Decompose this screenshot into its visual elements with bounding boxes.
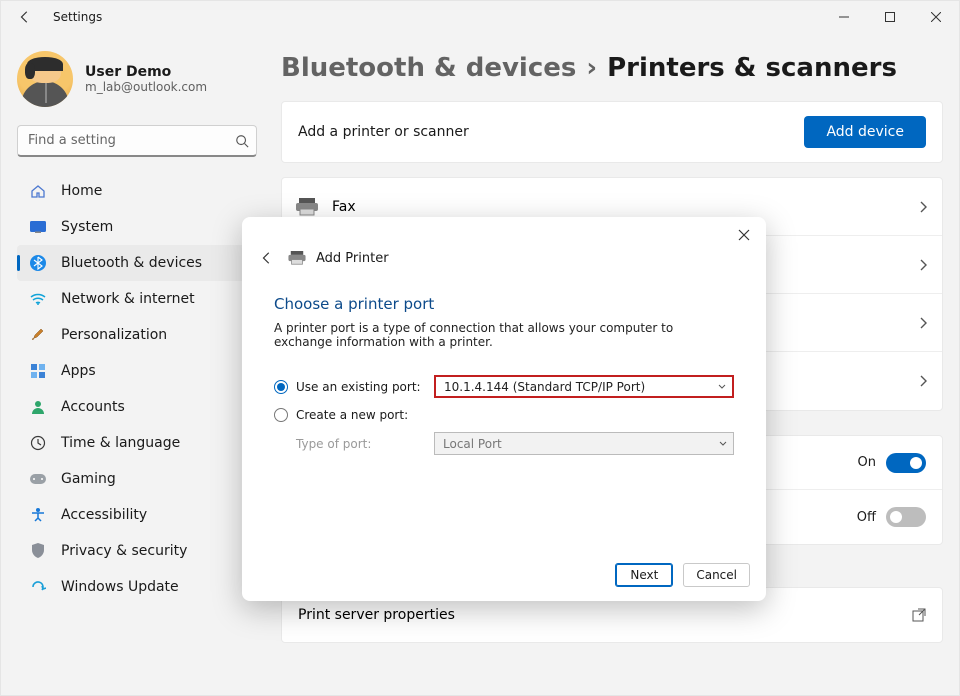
page-title: Printers & scanners [607,53,897,83]
sidebar-item-label: Time & language [61,435,180,451]
sidebar-item-label: System [61,219,113,235]
update-icon [29,578,47,596]
cancel-button[interactable]: Cancel [683,563,750,587]
chevron-down-icon [719,441,727,447]
chevron-down-icon [718,384,726,390]
chevron-right-icon [918,316,928,330]
sidebar-item-label: Accessibility [61,507,147,523]
user-name: User Demo [85,64,207,80]
add-device-row: Add a printer or scanner Add device [281,101,943,163]
sidebar-item-time[interactable]: Time & language [17,425,257,461]
create-new-port-option[interactable]: Create a new port: [274,408,434,422]
back-button[interactable] [9,1,41,33]
minimize-button[interactable] [821,1,867,33]
create-new-port-radio[interactable] [274,408,288,422]
sidebar-item-label: Bluetooth & devices [61,255,202,271]
arrow-left-icon [260,251,274,265]
sidebar-item-label: Gaming [61,471,116,487]
sidebar-item-apps[interactable]: Apps [17,353,257,389]
toggle-state: Off [857,510,876,525]
close-button[interactable] [913,1,959,33]
sidebar-item-network[interactable]: Network & internet [17,281,257,317]
dialog-back-button[interactable] [256,247,278,269]
user-email: m_lab@outlook.com [85,80,207,94]
create-new-port-label: Create a new port: [296,408,408,422]
brush-icon [29,326,47,344]
search-input[interactable] [17,125,257,157]
add-printer-dialog: Add Printer Choose a printer port A prin… [242,217,766,601]
use-existing-port-radio[interactable] [274,380,288,394]
close-icon [738,229,750,241]
related-item-label: Print server properties [298,607,455,623]
type-of-port-label: Type of port: [274,437,434,451]
printer-icon [296,198,318,216]
port-type-select: Local Port [434,432,734,455]
sidebar-item-accounts[interactable]: Accounts [17,389,257,425]
home-icon [29,182,47,200]
dialog-close-button[interactable] [732,223,756,247]
use-existing-port-option[interactable]: Use an existing port: [274,380,434,394]
sidebar-item-update[interactable]: Windows Update [17,569,257,605]
sidebar: User Demo m_lab@outlook.com Home System [1,33,269,695]
sidebar-item-label: Home [61,183,102,199]
open-external-icon [912,608,926,622]
sidebar-item-label: Personalization [61,327,167,343]
apps-icon [29,362,47,380]
settings-window: Settings User Demo m_lab@outlook [0,0,960,696]
sidebar-nav: Home System Bluetooth & devices Network … [13,173,261,605]
add-device-label: Add a printer or scanner [298,124,469,140]
printer-icon [288,251,306,265]
sidebar-item-label: Apps [61,363,96,379]
maximize-icon [885,12,895,22]
titlebar: Settings [1,1,959,33]
port-type-value: Local Port [443,437,502,451]
dialog-title: Add Printer [316,251,389,266]
chevron-right-icon [918,374,928,388]
device-name: Fax [332,199,356,215]
breadcrumb-sep: › [586,53,597,83]
sidebar-item-gaming[interactable]: Gaming [17,461,257,497]
dialog-heading: Choose a printer port [274,287,734,321]
existing-port-value: 10.1.4.144 (Standard TCP/IP Port) [444,380,645,394]
sidebar-item-label: Windows Update [61,579,179,595]
breadcrumb-parent[interactable]: Bluetooth & devices [281,53,576,83]
avatar [17,51,73,107]
next-button[interactable]: Next [615,563,673,587]
breadcrumb: Bluetooth & devices › Printers & scanner… [281,49,943,101]
toggle-switch[interactable] [886,453,926,473]
sidebar-item-system[interactable]: System [17,209,257,245]
maximize-button[interactable] [867,1,913,33]
sidebar-item-accessibility[interactable]: Accessibility [17,497,257,533]
toggle-state: On [858,455,876,470]
add-device-button[interactable]: Add device [804,116,926,148]
system-icon [29,218,47,236]
bluetooth-icon [29,254,47,272]
sidebar-item-privacy[interactable]: Privacy & security [17,533,257,569]
sidebar-item-label: Privacy & security [61,543,187,559]
sidebar-item-label: Accounts [61,399,125,415]
clock-globe-icon [29,434,47,452]
user-account-row[interactable]: User Demo m_lab@outlook.com [13,45,261,125]
sidebar-item-home[interactable]: Home [17,173,257,209]
wifi-icon [29,290,47,308]
gamepad-icon [29,470,47,488]
arrow-left-icon [18,10,32,24]
toggle-switch[interactable] [886,507,926,527]
chevron-right-icon [918,258,928,272]
existing-port-select[interactable]: 10.1.4.144 (Standard TCP/IP Port) [434,375,734,398]
sidebar-item-personalization[interactable]: Personalization [17,317,257,353]
sidebar-item-label: Network & internet [61,291,195,307]
close-icon [931,12,941,22]
person-icon [29,398,47,416]
sidebar-item-bluetooth[interactable]: Bluetooth & devices [17,245,257,281]
minimize-icon [839,12,849,22]
chevron-right-icon [918,200,928,214]
dialog-description: A printer port is a type of connection t… [274,321,734,371]
shield-icon [29,542,47,560]
accessibility-icon [29,506,47,524]
search-icon [235,134,249,148]
window-title: Settings [53,10,102,24]
use-existing-port-label: Use an existing port: [296,380,421,394]
